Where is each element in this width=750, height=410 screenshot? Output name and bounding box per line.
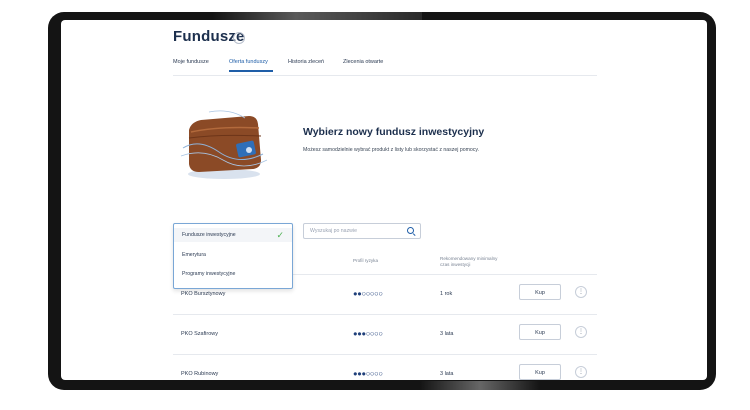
more-options-icon[interactable]: ⋮ xyxy=(575,326,587,338)
risk-indicator: ●●○○○○○ xyxy=(353,289,383,298)
checkmark-icon: ✓ xyxy=(276,230,284,240)
fund-name[interactable]: PKO Rubinowy xyxy=(181,371,218,377)
device-frame-highlight-bottom xyxy=(420,381,540,390)
fund-period: 3 lata xyxy=(440,371,454,377)
more-options-icon[interactable]: ⋮ xyxy=(575,286,587,298)
dropdown-option-retirement[interactable]: Emerytura xyxy=(174,248,292,262)
product-type-dropdown[interactable]: Fundusze inwestycyjne ✓ Emerytura Progra… xyxy=(173,223,293,289)
fund-period: 3 lata xyxy=(440,331,454,337)
table-row: PKO Rubinowy ●●●○○○○ 3 lata Kup ⋮ xyxy=(173,354,597,380)
risk-indicator: ●●●○○○○ xyxy=(353,369,383,378)
tab-open-orders[interactable]: Zlecenia otwarte xyxy=(343,59,383,65)
dropdown-option-investment-funds[interactable]: Fundusze inwestycyjne ✓ xyxy=(174,228,292,242)
search-input[interactable]: Wyszukaj po nazwie xyxy=(303,223,421,239)
search-placeholder: Wyszukaj po nazwie xyxy=(310,228,357,234)
tab-my-funds[interactable]: Moje fundusze xyxy=(173,59,209,65)
more-options-icon[interactable]: ⋮ xyxy=(575,366,587,378)
buy-button[interactable]: Kup xyxy=(519,284,561,300)
info-icon[interactable]: i xyxy=(233,32,245,44)
dropdown-option-investment-programs[interactable]: Programy inwestycyjne xyxy=(174,267,292,281)
column-header-risk: Profil ryzyka xyxy=(353,258,379,263)
risk-indicator: ●●●○○○○ xyxy=(353,329,383,338)
buy-button[interactable]: Kup xyxy=(519,324,561,340)
fund-period: 1 rok xyxy=(440,291,453,297)
fund-name[interactable]: PKO Szafirowy xyxy=(181,331,218,337)
table-row: PKO Szafirowy ●●●○○○○ 3 lata Kup ⋮ xyxy=(173,314,597,355)
active-tab-indicator xyxy=(229,70,273,72)
fund-name[interactable]: PKO Bursztynowy xyxy=(181,291,225,297)
hero-subtitle: Możesz samodzielnie wybrać produkt z lis… xyxy=(303,147,480,153)
buy-button[interactable]: Kup xyxy=(519,364,561,380)
tabs-divider xyxy=(173,75,597,76)
search-icon[interactable] xyxy=(407,227,414,234)
wallet-illustration xyxy=(180,110,268,179)
tab-fund-offer[interactable]: Oferta funduszy xyxy=(229,59,268,65)
tab-order-history[interactable]: Historia zleceń xyxy=(288,59,324,65)
hero-title: Wybierz nowy fundusz inwestycyjny xyxy=(303,126,485,138)
column-header-period: Rekomendowany minimalny czas inwestycji xyxy=(440,256,498,267)
screen: Fundusze i Moje fundusze Oferta funduszy… xyxy=(61,20,707,380)
